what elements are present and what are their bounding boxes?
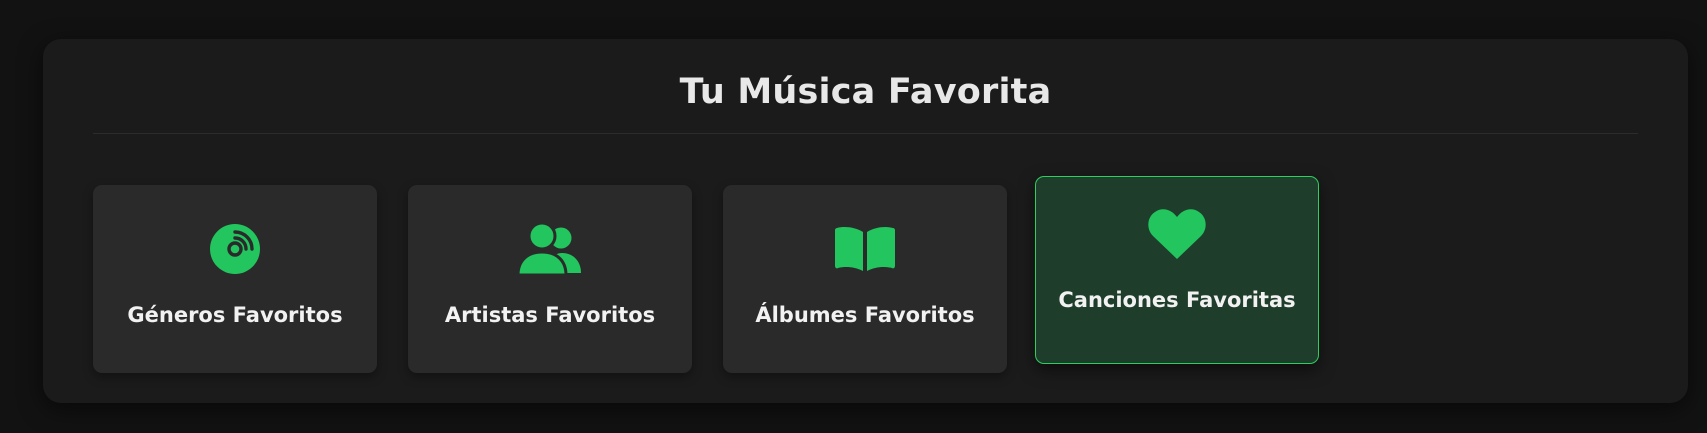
heart-icon (1144, 207, 1210, 261)
favorites-panel: Tu Música Favorita Géneros Favoritos Art… (43, 39, 1688, 403)
section-title: Tu Música Favorita (679, 72, 1052, 112)
card-artistas-favoritos[interactable]: Artistas Favoritos (408, 185, 692, 373)
divider (93, 133, 1638, 134)
card-label: Artistas Favoritos (444, 303, 656, 327)
card-generos-favoritos[interactable]: Géneros Favoritos (93, 185, 377, 373)
book-open-icon (832, 222, 898, 276)
card-label: Géneros Favoritos (127, 303, 343, 327)
card-label: Álbumes Favoritos (755, 303, 975, 327)
users-icon (517, 222, 583, 276)
disc-icon (202, 222, 268, 276)
card-canciones-favoritas[interactable]: Canciones Favoritas (1035, 176, 1319, 364)
card-label: Canciones Favoritas (1058, 288, 1296, 312)
card-albumes-favoritos[interactable]: Álbumes Favoritos (723, 185, 1007, 373)
